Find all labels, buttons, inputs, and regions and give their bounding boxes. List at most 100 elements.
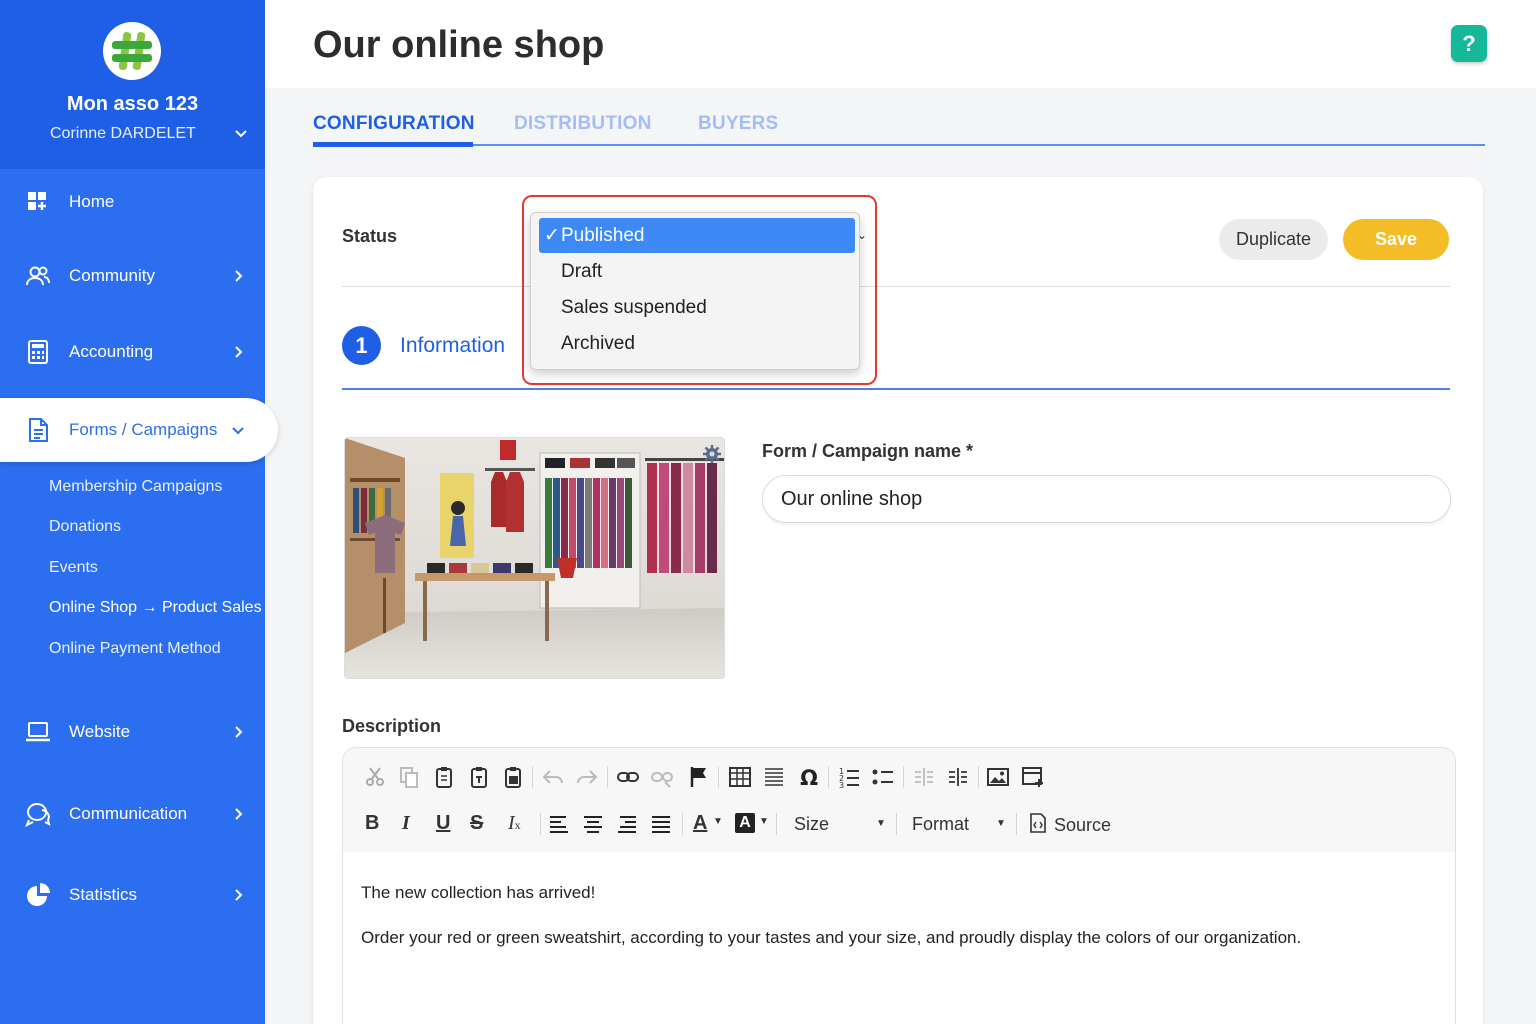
sidebar-item-website[interactable]: Website [0,710,265,754]
chevron-down-icon [232,427,244,435]
bullet-list-icon[interactable] [871,765,895,789]
tabs-divider [313,144,1485,146]
bold-icon[interactable]: B [365,812,379,835]
campaign-name-label: Form / Campaign name * [762,441,974,461]
dropdown-arrow-icon[interactable]: ▼ [996,818,1006,829]
step-label[interactable]: Information [400,334,505,358]
clothing-store-image [345,438,724,678]
align-left-icon[interactable] [547,812,571,836]
horizontal-line-icon[interactable] [762,765,786,789]
dashboard-icon [28,192,46,210]
dropdown-arrow-icon[interactable]: ▼ [759,816,769,827]
toolbar-separator [607,766,608,788]
image-icon[interactable] [986,765,1010,789]
chevron-right-icon [235,346,243,358]
duplicate-button[interactable]: Duplicate [1219,219,1328,260]
toolbar-separator [828,766,829,788]
save-button[interactable]: Save [1343,219,1449,260]
copy-icon[interactable] [397,765,421,789]
sidebar-subitem-membership[interactable]: Membership Campaigns [49,478,222,496]
source-code-icon[interactable] [1028,812,1048,834]
paste-icon[interactable] [432,765,456,789]
toolbar-separator [903,766,904,788]
checkmark-icon: ✓ [544,225,560,246]
special-character-icon[interactable]: Ω [797,765,821,789]
align-justify-icon[interactable] [649,812,673,836]
document-icon [29,418,48,442]
chevron-right-icon [235,889,243,901]
user-name[interactable]: Corinne DARDELET [50,125,196,143]
table-icon[interactable] [728,765,752,789]
align-right-icon[interactable] [615,812,639,836]
campaign-image[interactable] [344,437,725,679]
sidebar-subitem-donations[interactable]: Donations [49,518,121,536]
organization-logo [103,22,161,80]
underline-icon[interactable]: U [436,812,450,835]
link-icon[interactable] [616,765,640,789]
unlink-icon[interactable] [650,765,674,789]
laptop-icon [26,722,50,742]
align-center-icon[interactable] [581,812,605,836]
sidebar-item-home[interactable]: Home [0,180,265,224]
strikethrough-icon[interactable]: S [470,812,483,835]
status-label: Status [342,226,398,246]
dropdown-arrow-icon[interactable]: ▼ [713,816,723,827]
sidebar-item-accounting[interactable]: Accounting [0,330,265,374]
divider [342,286,1450,287]
sidebar-subitem-events[interactable]: Events [49,559,98,577]
sidebar-subitem-online-shop[interactable]: Online Shop → Product Sales [49,599,262,617]
status-option-published[interactable]: ✓ Published [539,218,855,253]
tab-buyers[interactable]: BUYERS [698,113,778,135]
description-paragraph[interactable]: Order your red or green sweatshirt, acco… [361,928,1301,948]
paste-text-icon[interactable] [467,765,491,789]
format-select[interactable]: Format [912,814,969,835]
svg-text:Ω: Ω [800,766,818,789]
sidebar-item-communication[interactable]: Communication [0,792,265,836]
sidebar-item-label: Statistics [69,885,138,904]
description-label: Description [342,716,442,736]
tab-configuration[interactable]: CONFIGURATION [313,113,475,135]
background-color-icon[interactable]: A [735,813,755,833]
status-option-archived[interactable]: Archived [539,326,855,361]
sidebar-item-statistics[interactable]: Statistics [0,873,265,917]
sidebar-item-forms-campaigns[interactable]: Forms / Campaigns [0,398,278,462]
undo-icon[interactable] [541,765,565,789]
paste-word-icon[interactable] [501,765,525,789]
help-button[interactable]: ? [1451,25,1487,62]
outdent-icon[interactable] [912,765,936,789]
sidebar-subitem-payment-method[interactable]: Online Payment Method [49,640,221,658]
campaign-name-input[interactable]: Our online shop [762,475,1451,523]
tab-distribution[interactable]: DISTRIBUTION [514,113,652,135]
description-paragraph[interactable]: The new collection has arrived! [361,883,595,903]
toolbar-separator [718,766,719,788]
sidebar-item-label: Website [69,722,131,741]
sidebar-item-label: Community [69,266,155,285]
status-option-sales-suspended[interactable]: Sales suspended [539,290,855,325]
page-title: Our online shop [313,24,605,66]
dropdown-arrow-icon[interactable]: ▼ [876,818,886,829]
gear-icon[interactable] [702,444,722,464]
embed-media-icon[interactable] [1021,765,1045,789]
remove-format-icon[interactable]: Ix [508,812,521,835]
pie-chart-icon [27,883,50,906]
indent-icon[interactable] [946,765,970,789]
anchor-flag-icon[interactable] [687,765,711,789]
italic-icon[interactable]: I [402,812,410,835]
calculator-icon [28,340,48,364]
redo-icon[interactable] [575,765,599,789]
source-button-label[interactable]: Source [1054,815,1111,836]
sidebar: Mon asso 123 Corinne DARDELET Home Commu… [0,0,278,1024]
sidebar-item-label: Forms / Campaigns [69,420,218,439]
numbered-list-icon[interactable]: 123 [837,765,861,789]
text-color-icon[interactable]: A [693,812,707,835]
status-dropdown-menu[interactable]: ✓ Published Draft Sales suspended Archiv… [530,212,860,370]
chevron-down-icon[interactable] [233,126,249,142]
sidebar-item-label: Accounting [69,342,154,361]
status-option-label: Published [561,225,645,246]
font-size-select[interactable]: Size [794,814,829,835]
sidebar-item-community[interactable]: Community [0,254,265,298]
step-number: 1 [342,326,381,365]
chevron-right-icon [235,808,243,820]
cut-icon[interactable] [363,765,387,789]
status-option-draft[interactable]: Draft [539,254,855,289]
